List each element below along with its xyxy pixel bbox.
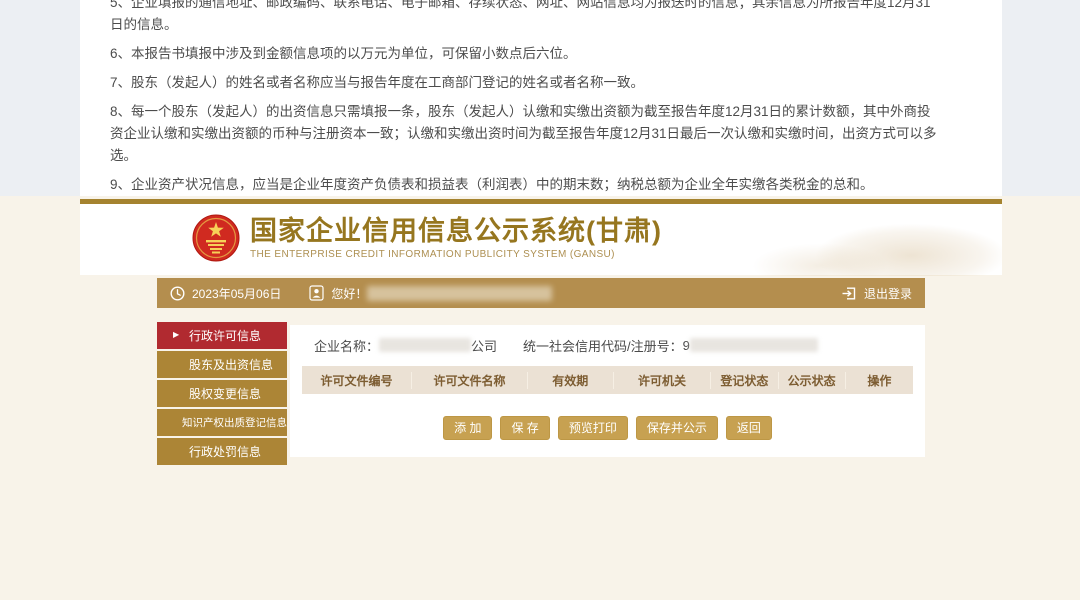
save-button[interactable]: 保 存	[500, 416, 549, 440]
company-info-row: 企业名称： 公司 统一社会信用代码/注册号： 9	[302, 335, 913, 355]
bottom-white-strip	[0, 600, 1080, 608]
redacted-username	[367, 286, 552, 301]
credit-code-prefix: 9	[683, 338, 690, 353]
return-button[interactable]: 返回	[726, 416, 772, 440]
instruction-paragraph: 6、本报告书填报中涉及到金额信息项的以万元为单位，可保留小数点后六位。	[110, 43, 944, 65]
active-arrow-icon: ▶	[173, 331, 179, 339]
top-region-background: 5、企业填报的通信地址、邮政编码、联系电话、电子邮箱、存续状态、网址、网站信息均…	[0, 0, 1080, 196]
add-button[interactable]: 添 加	[443, 416, 492, 440]
date-group: 2023年05月06日	[170, 285, 309, 302]
logout-button[interactable]: 退出登录	[841, 285, 912, 302]
sidebar-item-equity-change[interactable]: 股权变更信息	[157, 380, 287, 407]
content-panel: 企业名称： 公司 统一社会信用代码/注册号： 9 许可文件编号 许可文件名称 有…	[290, 325, 925, 457]
redacted-company-name	[379, 338, 471, 352]
license-table-header: 许可文件编号 许可文件名称 有效期 许可机关 登记状态 公示状态 操作	[302, 366, 913, 394]
sidebar: ▶ 行政许可信息 股东及出资信息 股权变更信息 知识产权出质登记信息 行政处罚信…	[157, 322, 287, 467]
clock-icon	[170, 286, 185, 301]
sidebar-item-ip-pledge-registration[interactable]: 知识产权出质登记信息	[157, 409, 287, 436]
brand-text: 国家企业信用信息公示系统(甘肃) THE ENTERPRISE CREDIT I…	[250, 216, 662, 260]
sidebar-item-label: 行政处罚信息	[189, 443, 261, 460]
action-button-row: 添 加 保 存 预览打印 保存并公示 返回	[302, 416, 913, 440]
sidebar-item-administrative-penalty[interactable]: 行政处罚信息	[157, 438, 287, 465]
column-header-operation: 操作	[846, 372, 913, 389]
instructions-panel: 5、企业填报的通信地址、邮政编码、联系电话、电子邮箱、存续状态、网址、网站信息均…	[80, 0, 1002, 196]
company-name-suffix: 公司	[471, 336, 497, 355]
sidebar-item-administrative-license[interactable]: ▶ 行政许可信息	[157, 322, 287, 349]
save-and-publish-button[interactable]: 保存并公示	[636, 416, 718, 440]
preview-print-button[interactable]: 预览打印	[558, 416, 628, 440]
greeting-text: 您好！	[331, 285, 367, 302]
logout-label: 退出登录	[864, 285, 912, 302]
brand: 国家企业信用信息公示系统(甘肃) THE ENTERPRISE CREDIT I…	[192, 214, 662, 262]
column-header-validity-period: 有效期	[528, 372, 614, 389]
company-name-label: 企业名称：	[314, 336, 379, 355]
sidebar-item-label: 股权变更信息	[189, 385, 261, 402]
page-subtitle: THE ENTERPRISE CREDIT INFORMATION PUBLIC…	[250, 249, 662, 260]
column-header-license-number: 许可文件编号	[302, 372, 412, 389]
page-title: 国家企业信用信息公示系统(甘肃)	[250, 216, 662, 246]
instruction-paragraph: 7、股东（发起人）的姓名或者名称应当与报告年度在工商部门登记的姓名或者名称一致。	[110, 72, 944, 94]
sidebar-item-shareholder-contribution[interactable]: 股东及出资信息	[157, 351, 287, 378]
site-header: 国家企业信用信息公示系统(甘肃) THE ENTERPRISE CREDIT I…	[80, 199, 1002, 275]
sidebar-item-label: 知识产权出质登记信息	[182, 415, 287, 430]
national-emblem-icon	[192, 214, 240, 262]
instruction-paragraph: 5、企业填报的通信地址、邮政编码、联系电话、电子邮箱、存续状态、网址、网站信息均…	[110, 0, 944, 36]
status-bar: 2023年05月06日 您好！ 退出登录	[157, 278, 925, 308]
redacted-credit-code	[690, 338, 818, 352]
user-icon	[309, 285, 324, 301]
column-header-licensing-authority: 许可机关	[614, 372, 712, 389]
current-date: 2023年05月06日	[192, 285, 281, 302]
instruction-paragraph: 9、企业资产状况信息，应当是企业年度资产负债表和损益表（利润表）中的期末数；纳税…	[110, 174, 944, 196]
logout-icon	[841, 286, 857, 301]
page: 5、企业填报的通信地址、邮政编码、联系电话、电子邮箱、存续状态、网址、网站信息均…	[0, 0, 1080, 608]
column-header-license-name: 许可文件名称	[412, 372, 528, 389]
greeting-group: 您好！	[309, 285, 552, 302]
instruction-paragraph: 8、每一个股东（发起人）的出资信息只需填报一条，股东（发起人）认缴和实缴出资额为…	[110, 101, 944, 167]
credit-code-label: 统一社会信用代码/注册号：	[523, 336, 683, 355]
mountain-watermark	[742, 208, 1002, 276]
column-header-publicity-status: 公示状态	[779, 372, 846, 389]
column-header-registration-status: 登记状态	[711, 372, 778, 389]
sidebar-item-label: 股东及出资信息	[189, 356, 273, 373]
sidebar-item-label: 行政许可信息	[189, 327, 261, 344]
